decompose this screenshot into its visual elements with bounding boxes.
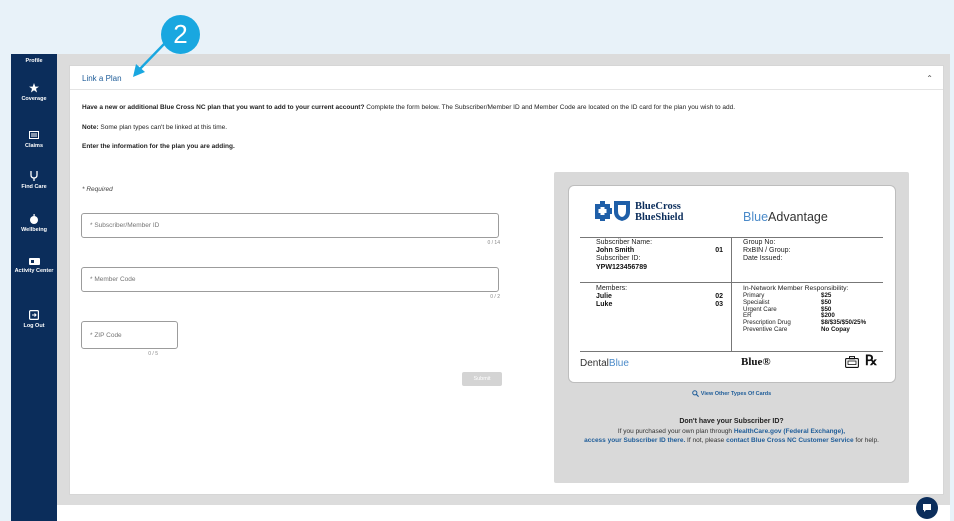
zip-code-input[interactable]: [81, 321, 178, 349]
page-footer-area: [57, 505, 950, 521]
sidebar-item-label: Find Care: [21, 184, 47, 190]
enter-info-text: Enter the information for the plan you a…: [82, 143, 235, 150]
card-divider-vertical: [731, 237, 732, 351]
subscriber-id-value: YPW123456789: [596, 263, 647, 271]
responsibility-value: No Copay: [821, 325, 850, 333]
sidebar-item-wellbeing[interactable]: Wellbeing: [11, 214, 57, 234]
healthcare-gov-link[interactable]: HealthCare.gov (Federal Exchange),: [734, 428, 845, 435]
star-icon: [29, 83, 39, 93]
member-code-input[interactable]: [81, 267, 499, 292]
subscriber-suffix: 01: [715, 247, 723, 255]
member-row: Luke 03: [596, 301, 726, 309]
responsibility-title: In-Network Member Responsibility:: [743, 285, 849, 292]
brand-line1: BlueCross: [635, 201, 681, 212]
bcbs-wordmark: BlueCross BlueShield: [635, 201, 683, 223]
card-divider-bottom: [580, 351, 883, 352]
blue-advantage-wordmark: BlueAdvantage: [743, 210, 828, 224]
subscriber-name-label: Subscriber Name:: [596, 239, 653, 246]
subscriber-id-counter: 0 / 14: [487, 240, 500, 246]
help-line3: for help.: [853, 437, 879, 444]
member-code: 02: [715, 293, 723, 301]
callout-arrow-icon: [133, 41, 167, 77]
sidebar-item-label: Claims: [24, 143, 44, 149]
brand-line2: BlueShield: [635, 212, 684, 223]
subscriber-id-input[interactable]: [81, 213, 499, 238]
bcbs-logo-icon: [595, 201, 630, 221]
blue-mark: Blue®: [741, 356, 771, 368]
sidebar-item-profile[interactable]: Profile: [11, 58, 57, 65]
sidebar-item-label: Wellbeing: [21, 227, 47, 233]
help-text: Don't have your Subscriber ID? If you pu…: [564, 417, 899, 446]
page-title: Link a Plan: [82, 74, 122, 83]
dental-blue: Blue: [608, 358, 629, 369]
sidebar-item-label: Coverage: [21, 96, 47, 102]
sidebar-item-activity-center[interactable]: Activity Center: [11, 258, 57, 275]
divider: [70, 89, 943, 90]
activity-icon: [28, 258, 40, 265]
help-question: Don't have your Subscriber ID?: [679, 418, 784, 425]
sidebar-nav: Profile Coverage Claims Find Care Wellbe…: [11, 54, 57, 521]
rx-icon: ℞: [865, 354, 878, 369]
sample-id-card: BlueCross BlueShield BlueAdvantage Subsc…: [568, 185, 896, 383]
dental-prefix: Dental: [580, 358, 609, 369]
sidebar-item-claims[interactable]: Claims: [11, 131, 57, 150]
sidebar-item-log-out[interactable]: Log Out: [11, 310, 57, 330]
search-icon: [691, 390, 699, 397]
apple-icon: [30, 214, 38, 224]
plan-blue: Blue: [743, 210, 769, 224]
subscriber-name: John Smith: [596, 247, 635, 255]
responsibility-row: Urgent Care $50: [743, 306, 888, 314]
find-care-icon: [30, 171, 38, 181]
required-note: * Required: [82, 186, 113, 193]
intro-rest: Complete the form below. The Subscriber/…: [366, 104, 736, 111]
sidebar-item-find-care[interactable]: Find Care: [11, 171, 57, 191]
member-code-counter: 0 / 2: [490, 294, 500, 300]
chevron-up-icon[interactable]: ⌃: [926, 74, 933, 83]
members-label: Members:: [596, 285, 628, 292]
chat-button[interactable]: [916, 497, 938, 519]
subscriber-name-row: John Smith 01: [596, 247, 726, 255]
id-card-help-box: BlueCross BlueShield BlueAdvantage Subsc…: [554, 172, 909, 483]
date-issued-label: Date Issued:: [743, 255, 783, 263]
member-name: Luke: [596, 301, 613, 309]
rxbin-label: RxBIN / Group:: [743, 247, 791, 255]
sidebar-item-label: Activity Center: [14, 268, 54, 274]
member-row: Julie 02: [596, 293, 726, 301]
submit-button[interactable]: Submit: [462, 372, 502, 386]
member-code: 03: [715, 301, 723, 309]
plan-rest: Advantage: [768, 210, 828, 224]
sidebar-item-coverage[interactable]: Coverage: [11, 83, 57, 103]
group-no-label: Group No:: [743, 239, 776, 246]
logout-icon: [29, 310, 39, 320]
note-label: Note:: [82, 124, 99, 131]
dental-blue-wordmark: DentalBlue: [580, 358, 629, 369]
subscriber-block: Subscriber Name: John Smith 01 Subscriber…: [596, 239, 726, 272]
view-other-cards-label: View Other Types Of Cards: [700, 390, 772, 397]
card-divider-right: [731, 282, 883, 283]
card-divider-left: [580, 282, 731, 283]
note-body: Some plan types can't be linked at this …: [100, 124, 228, 131]
sidebar-item-label: Profile: [25, 58, 43, 64]
member-name: Julie: [596, 293, 612, 301]
intro-bold: Have a new or additional Blue Cross NC p…: [82, 104, 365, 111]
members-block: Members: Julie 02 Luke 03: [596, 285, 726, 310]
chat-icon: [923, 504, 931, 512]
access-subscriber-id-link[interactable]: access your Subscriber ID there.: [584, 437, 685, 444]
responsibility-row: Preventive Care No Copay: [743, 325, 888, 334]
help-line1: If you purchased your own plan through: [617, 427, 734, 435]
sidebar-item-label: Log Out: [23, 323, 45, 329]
group-block: Group No: RxBIN / Group: Date Issued:: [743, 239, 883, 264]
intro-text: Have a new or additional Blue Cross NC p…: [82, 104, 735, 111]
note-text: Note: Some plan types can't be linked at…: [82, 124, 227, 131]
view-other-cards-link[interactable]: View Other Types Of Cards: [554, 390, 909, 397]
responsibility-label: Preventive Care: [743, 325, 788, 333]
subscriber-id-label: Subscriber ID:: [596, 255, 641, 263]
zip-code-counter: 0 / 5: [148, 351, 158, 357]
responsibility-block: In-Network Member Responsibility: Primar…: [743, 285, 888, 334]
help-line2: If not, please: [685, 437, 727, 444]
claims-icon: [29, 131, 39, 139]
ppo-suitcase-icon: [845, 356, 859, 368]
contact-customer-service-link[interactable]: contact Blue Cross NC Customer Service: [726, 437, 854, 444]
link-plan-card: Link a Plan ⌃ Have a new or additional B…: [69, 65, 944, 495]
